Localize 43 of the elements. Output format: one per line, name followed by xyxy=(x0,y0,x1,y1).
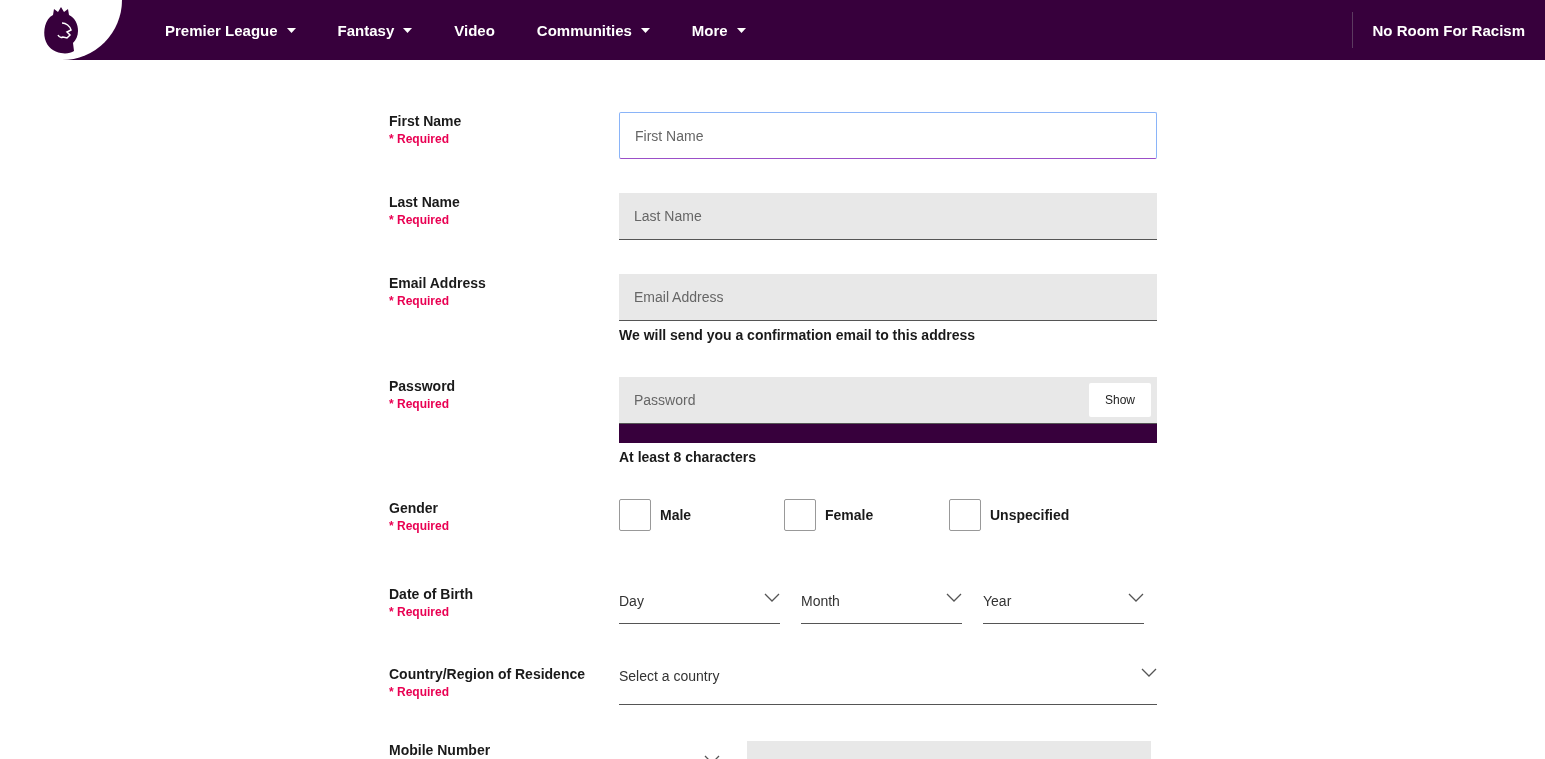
field-hint: We will send you a confirmation email to this address xyxy=(619,327,977,343)
nav-menu-item[interactable]: Video xyxy=(454,21,495,39)
checkbox[interactable] xyxy=(619,499,651,531)
field-label: First Name xyxy=(389,113,463,129)
field-label: Gender xyxy=(389,500,439,516)
field-label: Mobile Number xyxy=(389,742,492,758)
dropdown-select[interactable]: Select a country xyxy=(619,665,1157,705)
lion-logo[interactable] xyxy=(42,5,80,55)
nav-menu-item[interactable]: Premier League xyxy=(165,21,296,39)
field-label: Email Address xyxy=(389,275,487,291)
nav-menu-item[interactable]: Fantasy xyxy=(337,21,413,39)
show-button[interactable]: Show xyxy=(1089,383,1151,417)
field-hint: At least 8 characters xyxy=(619,449,757,465)
dropdown-select[interactable]: Day xyxy=(619,591,780,624)
dropdown-select[interactable]: Year xyxy=(983,591,1144,624)
nav-menu-item[interactable]: Communities xyxy=(536,21,650,39)
chevron-icon xyxy=(946,593,962,602)
dropdown-select[interactable]: Month xyxy=(801,591,962,624)
field-label: Country/Region of Residence xyxy=(389,666,587,682)
chevron-icon xyxy=(764,593,780,602)
chevron-icon xyxy=(1128,593,1144,602)
required-note: * Required xyxy=(389,397,450,411)
option-label: Male xyxy=(660,507,692,523)
required-note: * Required xyxy=(389,685,450,699)
option-label: Female xyxy=(825,507,874,523)
password-field[interactable]: Password Show xyxy=(619,377,1157,424)
checkbox[interactable] xyxy=(949,499,981,531)
required-note: * Required xyxy=(389,519,450,533)
text-field[interactable]: Email Address xyxy=(619,274,1157,321)
required-note: * Required xyxy=(389,213,450,227)
field-label: Date of Birth xyxy=(389,586,474,602)
required-note: * Required xyxy=(389,132,450,146)
option-label: Unspecified xyxy=(990,507,1070,523)
required-note: * Required xyxy=(389,605,450,619)
field-label: Password xyxy=(389,378,457,394)
text-field[interactable]: First Name xyxy=(619,112,1157,159)
text-field[interactable]: Last Name xyxy=(619,193,1157,240)
field-label: Last Name xyxy=(389,194,461,210)
checkbox[interactable] xyxy=(784,499,816,531)
campaign-link[interactable]: No Room For Racism xyxy=(1372,21,1525,39)
nav-menu-item[interactable]: More xyxy=(691,21,746,39)
chevron-icon xyxy=(1141,668,1157,677)
required-note: * Required xyxy=(389,294,450,308)
